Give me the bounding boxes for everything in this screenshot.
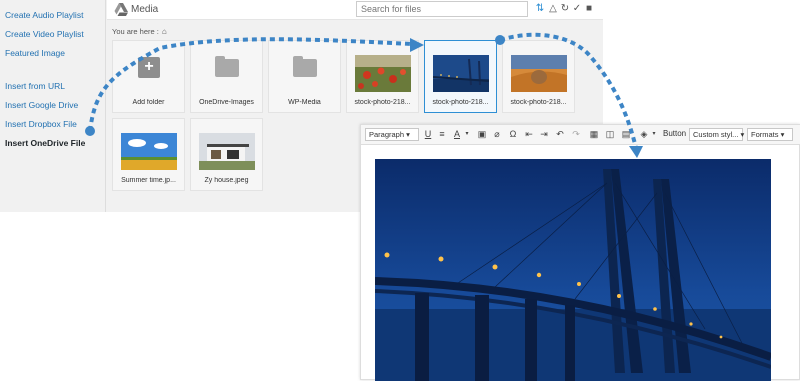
custom-style-label: Custom styl...	[693, 130, 739, 139]
clear-format-icon[interactable]: ⌀	[492, 128, 502, 141]
tile-image[interactable]: Summer time.jp...	[112, 118, 185, 191]
sidebar-item-create-video-playlist[interactable]: Create Video Playlist	[5, 29, 84, 39]
add-folder-icon: +	[138, 57, 160, 78]
redo-icon[interactable]: ↷	[571, 128, 581, 141]
paste-text-icon[interactable]: ▣	[477, 128, 487, 141]
tile-label: WP-Media	[288, 99, 321, 106]
tile-label: stock-photo-218...	[510, 99, 567, 106]
sidebar-item-featured-image[interactable]: Featured Image	[5, 48, 65, 58]
undo-icon[interactable]: ↶	[555, 128, 565, 141]
tile-label: OneDrive-Images	[199, 99, 254, 106]
breadcrumb: You are here : ⌂	[112, 27, 167, 36]
tile-label: stock-photo-218...	[354, 99, 411, 106]
text-color-icon[interactable]: A	[452, 128, 462, 141]
underline-icon[interactable]: U	[423, 128, 433, 141]
columns-icon[interactable]: ◫	[605, 128, 615, 141]
thumbnail-poppies	[355, 55, 411, 92]
home-icon[interactable]: ⌂	[162, 27, 167, 36]
tile-image[interactable]: Zy house.jpeg	[190, 118, 263, 191]
table-icon[interactable]: ▦	[589, 128, 599, 141]
chevron-down-icon[interactable]: ▾	[462, 128, 472, 141]
outdent-icon[interactable]: ⇤	[524, 128, 534, 141]
sidebar-item-insert-google-drive[interactable]: Insert Google Drive	[5, 100, 78, 110]
tile-add-folder[interactable]: + Add folder	[112, 40, 185, 113]
sidebar-item-insert-from-url[interactable]: Insert from URL	[5, 81, 65, 91]
post-editor: Paragraph ▾ U ≡ A ▾ ▣ ⌀ Ω ⇤ ⇥ ↶ ↷ ▦ ◫ ▤ …	[360, 124, 800, 381]
tile-label: Add folder	[132, 99, 165, 106]
tile-label: stock-photo-218...	[432, 99, 489, 106]
sync-icon[interactable]: ⇅	[534, 1, 546, 17]
paragraph-select-label: Paragraph	[369, 130, 405, 139]
check-all-icon[interactable]: ✓	[571, 1, 583, 17]
thumbnail-desert	[511, 55, 567, 92]
justify-icon[interactable]: ≡	[437, 128, 447, 141]
editor-toolbar: Paragraph ▾ U ≡ A ▾ ▣ ⌀ Ω ⇤ ⇥ ↶ ↷ ▦ ◫ ▤ …	[361, 125, 800, 145]
formats-select[interactable]: Formats ▾	[747, 128, 793, 141]
chevron-down-icon[interactable]: ▾	[649, 128, 659, 141]
inserted-bridge-image[interactable]	[375, 159, 771, 381]
drive-sort-icon[interactable]: △	[547, 1, 559, 17]
sidebar-item-create-audio-playlist[interactable]: Create Audio Playlist	[5, 10, 83, 20]
trash-icon[interactable]: ■	[583, 1, 595, 17]
folder-icon	[215, 56, 239, 77]
thumbnail-house	[199, 133, 255, 170]
media-title: Media	[131, 4, 159, 15]
style-tag-icon[interactable]: ◈	[639, 128, 649, 141]
special-char-icon[interactable]: Ω	[508, 128, 518, 141]
refresh-icon[interactable]: ↻	[559, 1, 571, 17]
button-insert[interactable]: Button	[663, 129, 686, 138]
media-header: Media ⇅ △ ↻ ✓ ■	[107, 0, 603, 20]
tile-folder-wp-media[interactable]: WP-Media	[268, 40, 341, 113]
tile-folder-onedrive-images[interactable]: OneDrive-Images	[190, 40, 263, 113]
thumbnail-bridge	[433, 55, 489, 92]
tile-image[interactable]: stock-photo-218...	[346, 40, 419, 113]
paragraph-select[interactable]: Paragraph ▾	[365, 128, 419, 141]
indent-icon[interactable]: ⇥	[539, 128, 549, 141]
custom-style-select[interactable]: Custom styl... ▾	[689, 128, 744, 141]
tile-image[interactable]: stock-photo-218...	[502, 40, 575, 113]
tile-label: Summer time.jp...	[121, 177, 176, 184]
sidebar-item-insert-dropbox-file[interactable]: Insert Dropbox File	[5, 119, 77, 129]
thumbnail-field	[121, 133, 177, 170]
search-input[interactable]	[356, 1, 528, 17]
formats-label: Formats	[751, 130, 779, 139]
sidebar-item-insert-onedrive-file[interactable]: Insert OneDrive File	[5, 138, 85, 148]
drive-icon	[114, 3, 128, 16]
breadcrumb-label: You are here :	[112, 27, 159, 36]
media-icon[interactable]: ▤	[621, 128, 631, 141]
folder-icon	[293, 56, 317, 77]
tile-image-selected[interactable]: stock-photo-218...	[424, 40, 497, 113]
media-sidebar: Create Audio Playlist Create Video Playl…	[0, 0, 106, 212]
tile-label: Zy house.jpeg	[204, 177, 249, 184]
